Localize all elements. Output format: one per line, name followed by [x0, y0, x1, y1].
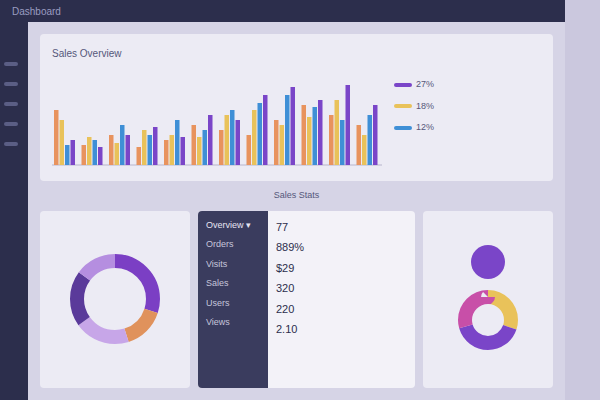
sidebar-item[interactable]	[4, 62, 18, 66]
chart-bar	[148, 135, 153, 165]
stats-value: 2.10	[276, 321, 304, 338]
stats-menu: Overview ▾ Orders Visits Sales Users Views	[198, 211, 268, 389]
chart-bar	[291, 87, 296, 165]
stats-label: Sales	[206, 277, 260, 291]
chart-bar	[274, 120, 279, 165]
chart-bar	[373, 105, 378, 165]
chart-card: Sales Overview 27% 18% 12%	[40, 34, 553, 181]
chart-bar	[98, 147, 103, 165]
laptop-screen: Dashboard Sales Overview 27% 18% 12% Sales St…	[0, 0, 565, 400]
stats-label: Views	[206, 316, 260, 330]
chart-bar	[302, 105, 307, 165]
donut-chart	[67, 251, 163, 347]
chart-bar	[362, 135, 367, 165]
chart-bar	[137, 147, 142, 165]
donut-segment	[77, 261, 153, 337]
chart-bar	[126, 135, 131, 165]
chart-bar	[219, 130, 224, 165]
chart-bar	[247, 135, 252, 165]
chart-bar	[54, 110, 59, 165]
chart-bar	[71, 140, 76, 165]
chart-bar	[236, 120, 241, 165]
donut-segment	[465, 297, 511, 343]
sidebar-item[interactable]	[4, 82, 18, 86]
chart-bar	[170, 135, 175, 165]
chart-bar	[307, 117, 312, 165]
chart-bar	[65, 145, 70, 165]
stats-label: Users	[206, 297, 260, 311]
top-bar: Dashboard	[0, 0, 565, 22]
bar-chart	[52, 65, 382, 169]
chart-bar	[258, 103, 263, 165]
chart-bar	[82, 145, 87, 165]
right-card	[423, 211, 553, 389]
chart-bar	[93, 140, 98, 165]
sidebar	[0, 22, 28, 400]
chart-legend: 27% 18% 12%	[394, 46, 434, 169]
sidebar-item[interactable]	[4, 142, 18, 146]
chart-bar	[109, 135, 114, 165]
chart-bar	[87, 137, 92, 165]
chart-bar	[175, 120, 180, 165]
legend-item: 27%	[394, 78, 434, 92]
stats-value: 320	[276, 280, 304, 297]
stats-value: 220	[276, 301, 304, 318]
chart-bar	[340, 120, 345, 165]
chart-bar	[115, 143, 120, 165]
stats-menu-title[interactable]: Overview ▾	[206, 219, 260, 233]
donut-card	[40, 211, 190, 389]
donut-segment	[465, 297, 511, 343]
chart-bar	[280, 125, 285, 165]
stats-value: 889%	[276, 239, 304, 256]
stats-label: Orders	[206, 238, 260, 252]
donut-segment	[465, 297, 511, 343]
chart-bar	[142, 130, 147, 165]
stats-value: $29	[276, 260, 304, 277]
chart-bar	[335, 100, 340, 165]
chart-bar	[164, 140, 169, 165]
chart-bar	[225, 115, 230, 165]
chart-bar	[357, 125, 362, 165]
stats-label: Visits	[206, 258, 260, 272]
chart-bar	[318, 100, 323, 165]
chart-bar	[346, 85, 351, 165]
legend-item: 12%	[394, 121, 434, 135]
legend-item: 18%	[394, 100, 434, 114]
chart-bar	[197, 137, 202, 165]
chart-bar	[285, 95, 290, 165]
chart-bar	[153, 127, 158, 165]
stats-card: Overview ▾ Orders Visits Sales Users Views 77 8…	[198, 211, 415, 389]
chart-title: Sales Overview	[52, 46, 382, 61]
chart-bar	[368, 115, 373, 165]
stats-header: 77	[276, 219, 304, 236]
donut-segment	[77, 261, 153, 337]
chart-bar	[120, 125, 125, 165]
donut-segment	[77, 261, 153, 337]
main: Sales Overview 27% 18% 12% Sales Stats Overvi…	[28, 22, 565, 400]
chart-bar	[192, 125, 197, 165]
chart-bar	[60, 120, 65, 165]
chart-bar	[208, 115, 213, 165]
chart-bar	[329, 115, 334, 165]
chart-bar	[263, 95, 268, 165]
donut-segment	[77, 261, 153, 337]
chart-bar	[203, 130, 208, 165]
chart-bar	[230, 110, 235, 165]
donut-segment	[77, 261, 153, 337]
sidebar-item[interactable]	[4, 102, 18, 106]
sidebar-item[interactable]	[4, 122, 18, 126]
pie-chart	[455, 287, 521, 353]
header-title: Dashboard	[12, 4, 61, 19]
bottom-row: Overview ▾ Orders Visits Sales Users Views 77 8…	[40, 211, 553, 389]
chart-bar	[252, 110, 257, 165]
purple-circle	[471, 245, 505, 279]
chart-bar	[313, 107, 318, 165]
scene: Dashboard Sales Overview 27% 18% 12% Sales St…	[0, 0, 600, 400]
section-label: Sales Stats	[40, 189, 553, 203]
chart-bar	[181, 137, 186, 165]
